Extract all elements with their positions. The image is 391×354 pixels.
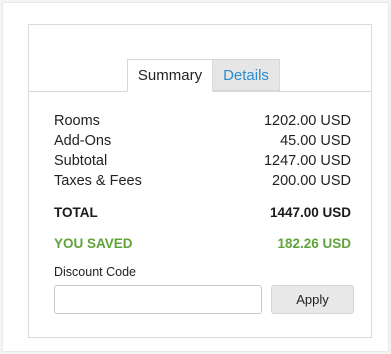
price-row-label: Rooms [54, 113, 100, 129]
tab-summary[interactable]: Summary [127, 59, 213, 92]
price-row-label: Subtotal [54, 153, 108, 169]
savings-label: YOU SAVED [54, 236, 133, 251]
total-value: 1447.00 USD [269, 205, 351, 220]
savings-value: 182.26 USD [277, 236, 351, 251]
price-row-subtotal: Subtotal 1247.00 USD [54, 151, 351, 171]
price-row-rooms: Rooms 1202.00 USD [54, 111, 351, 131]
price-row-value: 1202.00 USD [263, 113, 351, 129]
apply-discount-button[interactable]: Apply [271, 285, 354, 314]
price-row-label: Add-Ons [54, 133, 112, 149]
booking-summary-panel: Summary Details Rooms 1202.00 USD Add-On… [28, 24, 372, 338]
price-row-add-ons: Add-Ons 45.00 USD [54, 131, 351, 151]
total-label: TOTAL [54, 205, 98, 220]
price-row-taxes-fees: Taxes & Fees 200.00 USD [54, 171, 351, 191]
page-frame: Summary Details Rooms 1202.00 USD Add-On… [2, 2, 389, 352]
price-row-label: Taxes & Fees [54, 173, 142, 189]
price-breakdown: Rooms 1202.00 USD Add-Ons 45.00 USD Subt… [54, 111, 351, 191]
price-row-value: 1247.00 USD [263, 153, 351, 169]
tab-bar: Summary Details [29, 59, 371, 92]
discount-code-label: Discount Code [54, 265, 136, 279]
tab-details[interactable]: Details [213, 59, 280, 91]
total-row: TOTAL 1447.00 USD [54, 205, 351, 220]
discount-code-input[interactable] [54, 285, 262, 314]
savings-row: YOU SAVED 182.26 USD [54, 236, 351, 251]
price-row-value: 45.00 USD [280, 133, 351, 149]
price-row-value: 200.00 USD [272, 173, 351, 189]
